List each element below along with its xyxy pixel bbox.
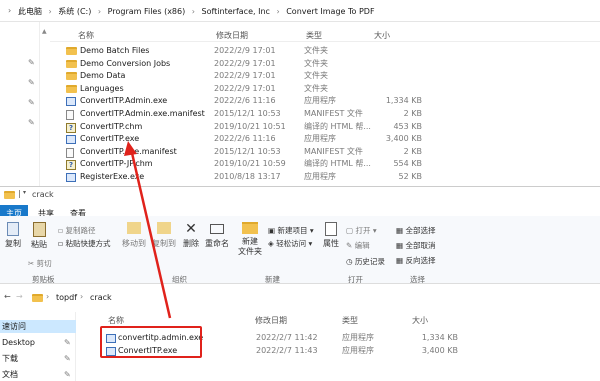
arrow-head bbox=[124, 141, 137, 156]
arrow-line bbox=[130, 152, 172, 319]
annotation-arrow bbox=[124, 141, 172, 319]
